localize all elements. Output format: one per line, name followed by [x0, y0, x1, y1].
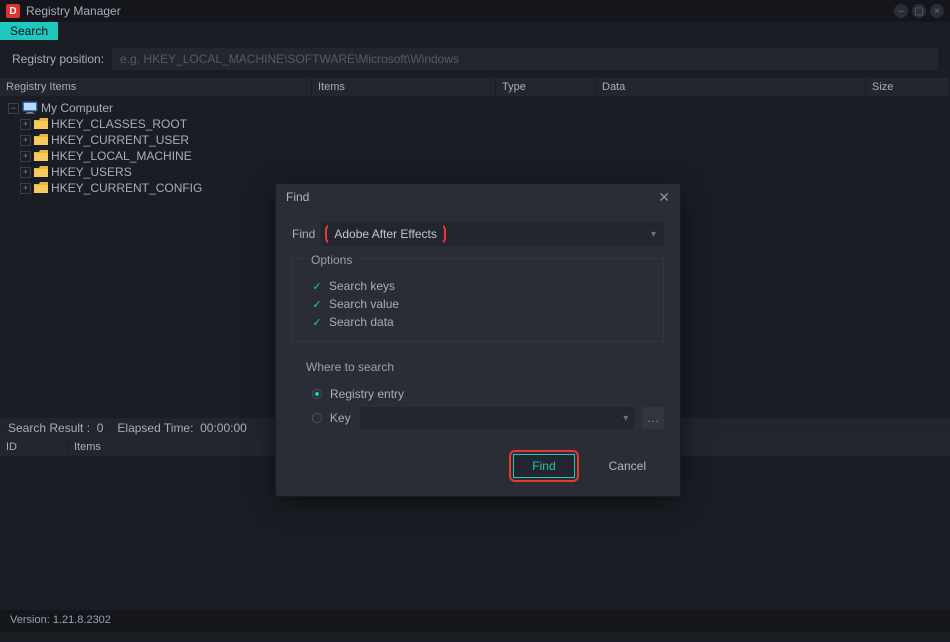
dialog-title: Find: [286, 190, 309, 204]
chevron-down-icon: ▾: [623, 413, 628, 424]
version-label: Version:: [10, 614, 50, 626]
col-data[interactable]: Data: [596, 78, 866, 96]
col-size[interactable]: Size: [866, 78, 950, 96]
where-registry-entry[interactable]: Registry entry: [292, 384, 664, 404]
tree-hive[interactable]: + HKEY_CURRENT_USER: [0, 132, 312, 148]
titlebar: D Registry Manager – ▢ ×: [0, 0, 950, 22]
folder-icon: [34, 182, 48, 194]
checkmark-icon: ✓: [311, 298, 323, 310]
radio-unselected-icon: [312, 413, 322, 423]
tree-hive[interactable]: + HKEY_CLASSES_ROOT: [0, 116, 312, 132]
expand-icon[interactable]: +: [20, 135, 31, 146]
folder-icon: [34, 150, 48, 162]
folder-icon: [34, 118, 48, 130]
tree-hive-label: HKEY_CLASSES_ROOT: [51, 117, 187, 131]
col-id[interactable]: ID: [0, 441, 68, 453]
folder-icon: [34, 166, 48, 178]
dialog-close-button[interactable]: ✕: [658, 189, 670, 206]
maximize-button[interactable]: ▢: [912, 4, 926, 18]
registry-position-bar: Registry position:: [0, 40, 950, 78]
tree-hive[interactable]: + HKEY_CURRENT_CONFIG: [0, 180, 312, 196]
find-button[interactable]: Find: [513, 454, 574, 478]
col-type[interactable]: Type: [496, 78, 596, 96]
options-group: Options ✓ Search keys ✓ Search value ✓ S…: [292, 258, 664, 342]
search-result-count: 0: [97, 421, 104, 435]
where-key-label: Key: [330, 411, 352, 425]
registry-position-label: Registry position:: [12, 52, 104, 66]
collapse-icon[interactable]: −: [8, 103, 19, 114]
option-label: Search keys: [329, 279, 395, 293]
options-legend: Options: [307, 253, 356, 267]
expand-icon[interactable]: +: [20, 119, 31, 130]
where-legend: Where to search: [306, 360, 664, 374]
find-label: Find: [292, 227, 315, 241]
browse-key-button[interactable]: …: [642, 407, 664, 429]
registry-position-input[interactable]: [112, 48, 938, 70]
version-value: 1.21.8.2302: [53, 614, 111, 626]
tree-root[interactable]: − My Computer: [0, 100, 312, 116]
status-bar: Version: 1.21.8.2302: [0, 610, 950, 632]
col-items[interactable]: Items: [312, 78, 496, 96]
window-title: Registry Manager: [26, 4, 121, 18]
folder-icon: [34, 134, 48, 146]
app-icon: D: [6, 4, 20, 18]
tree-hive-label: HKEY_USERS: [51, 165, 132, 179]
tree-root-label: My Computer: [41, 101, 113, 115]
close-button[interactable]: ×: [930, 4, 944, 18]
tab-search[interactable]: Search: [0, 22, 58, 40]
key-combobox[interactable]: ▾: [360, 407, 635, 429]
radio-selected-icon: [312, 389, 322, 399]
find-input-value[interactable]: Adobe After Effects: [328, 224, 443, 244]
option-label: Search data: [329, 315, 394, 329]
chevron-down-icon: ▾: [651, 229, 656, 240]
registry-tree: − My Computer + HKEY_CLASSES_ROOT + HKEY…: [0, 96, 312, 418]
expand-icon[interactable]: +: [20, 183, 31, 194]
tree-hive-label: HKEY_LOCAL_MACHINE: [51, 149, 192, 163]
option-search-keys[interactable]: ✓ Search keys: [307, 277, 649, 295]
col-registry-items[interactable]: Registry Items: [0, 78, 312, 96]
expand-icon[interactable]: +: [20, 167, 31, 178]
option-search-data[interactable]: ✓ Search data: [307, 313, 649, 331]
elapsed-label: Elapsed Time:: [117, 421, 193, 435]
search-result-label: Search Result :: [8, 421, 90, 435]
tree-hive[interactable]: + HKEY_USERS: [0, 164, 312, 180]
elapsed-value: 00:00:00: [200, 421, 247, 435]
computer-icon: [22, 101, 38, 115]
tree-hive-label: HKEY_CURRENT_CONFIG: [51, 181, 202, 195]
where-registry-label: Registry entry: [330, 387, 404, 401]
option-search-value[interactable]: ✓ Search value: [307, 295, 649, 313]
tree-hive[interactable]: + HKEY_LOCAL_MACHINE: [0, 148, 312, 164]
option-label: Search value: [329, 297, 399, 311]
checkmark-icon: ✓: [311, 316, 323, 328]
find-combobox[interactable]: Adobe After Effects ▾: [321, 222, 664, 246]
expand-icon[interactable]: +: [20, 151, 31, 162]
dialog-titlebar: Find ✕: [276, 184, 680, 210]
checkmark-icon: ✓: [311, 280, 323, 292]
where-key[interactable]: Key ▾ …: [292, 404, 664, 432]
tree-hive-label: HKEY_CURRENT_USER: [51, 133, 189, 147]
cancel-button[interactable]: Cancel: [591, 455, 664, 477]
find-dialog: Find ✕ Find Adobe After Effects ▾ Option…: [275, 183, 681, 497]
minimize-button[interactable]: –: [894, 4, 908, 18]
columns-header: Registry Items Items Type Data Size: [0, 78, 950, 96]
